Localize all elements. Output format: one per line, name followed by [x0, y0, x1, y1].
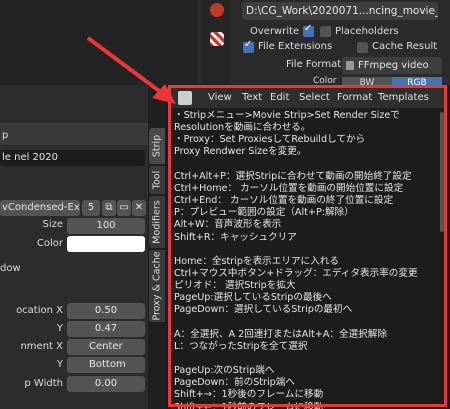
- panel-header: [0, 123, 148, 145]
- wrap-width-field[interactable]: 0.00: [67, 376, 145, 392]
- editor-line: Alt+W：音声波形を表示: [174, 219, 282, 231]
- wrap-width-label: p Width: [24, 378, 63, 389]
- text-field[interactable]: le nel 2020: [0, 150, 145, 166]
- editor-line: PageUp:選択しているStripの最後へ: [174, 292, 332, 304]
- editor-line: Shift+→：1秒後のフレームに移動: [174, 389, 324, 401]
- editor-line: Shift+R：キャッシュクリア: [174, 231, 297, 243]
- size-field[interactable]: 100: [67, 218, 145, 234]
- editor-line: PageDown：選択しているStripの最初へ: [174, 304, 353, 316]
- menu-view[interactable]: View: [208, 92, 232, 103]
- file-format-dropdown[interactable]: FFmpeg video: [342, 57, 442, 74]
- alignment-x-dropdown[interactable]: Center: [67, 339, 145, 355]
- menu-edit[interactable]: Edit: [270, 92, 289, 103]
- file-format-label: File Format: [286, 59, 342, 70]
- tab-strip[interactable]: Strip: [149, 128, 165, 164]
- scene-icon[interactable]: [210, 3, 224, 17]
- editor-line: Home：全stripを表示エリアに入れる: [174, 255, 339, 267]
- text-color-swatch[interactable]: [67, 236, 145, 252]
- font-field[interactable]: vCondensed-Extr...: [0, 200, 80, 216]
- texture-icon[interactable]: [210, 32, 224, 46]
- editor-line: A：全選択、A 2回連打またはAlt+A：全選択解除: [174, 328, 387, 340]
- folder-icon[interactable]: ▭: [117, 200, 131, 216]
- menu-templates[interactable]: Templates: [378, 92, 429, 103]
- overwrite-label: Overwrite: [250, 26, 300, 37]
- copy-icon[interactable]: ⧉: [102, 200, 116, 216]
- editor-line: Ctrl+Alt+P：選択Stripに合わせて動画の開始終了設定: [174, 170, 412, 182]
- size-label: Size: [42, 219, 63, 230]
- tab-proxy-cache[interactable]: Proxy & Cache: [149, 250, 165, 322]
- editor-line: ピリオド： 選択Stripを拡大: [174, 280, 296, 292]
- editor-line: P：プレビュー範囲の設定（Alt+P:解除）: [174, 207, 354, 219]
- editor-scrollbar[interactable]: [440, 112, 444, 232]
- shadow-label: dow: [0, 263, 21, 274]
- file-extensions-checkbox[interactable]: [243, 39, 254, 53]
- editor-line: Shift+←：1秒前のフレームに移動: [174, 401, 324, 409]
- editor-type-icon[interactable]: [178, 91, 192, 105]
- tab-tool[interactable]: Tool: [149, 166, 165, 194]
- menu-select[interactable]: Select: [299, 92, 330, 103]
- color-label-left: Color: [36, 238, 63, 249]
- cache-result-label: Cache Result: [372, 41, 438, 52]
- editor-line: L：つながったStripを全て選択: [174, 340, 308, 352]
- editor-line: PageDown：前のStrip端へ: [174, 377, 295, 389]
- editor-line: Ctrl+End： カーソル位置を動画の終了位置に設定: [174, 195, 394, 207]
- location-x-field[interactable]: 0.50: [67, 303, 145, 319]
- placeholders-checkbox[interactable]: [320, 26, 331, 37]
- placeholders-label: Placeholders: [335, 26, 399, 37]
- location-y-field[interactable]: 0.47: [67, 321, 145, 337]
- close-icon[interactable]: ✕: [132, 200, 146, 216]
- editor-line: Resolutionを動画に合わせる。: [174, 122, 311, 134]
- alignment-y-label: Y: [56, 359, 63, 370]
- editor-line: Ctrl+マウス中ボタン+ドラッグ：エディタ表示率の変更: [174, 267, 418, 279]
- location-x-label: ocation X: [16, 305, 63, 316]
- location-y-label: Y: [56, 323, 63, 334]
- file-extensions-label: File Extensions: [258, 41, 333, 52]
- editor-line: PageUp:次のStrip端へ: [174, 365, 275, 377]
- output-path-field[interactable]: D:\CG_Work\2020071...ncing_movie_op2.mkv: [242, 2, 438, 20]
- menu-format[interactable]: Format: [337, 92, 372, 103]
- overwrite-checkbox[interactable]: [303, 23, 314, 37]
- editor-line: ・Stripメニュー>Movie Strip>Set Render Sizeで: [174, 110, 400, 121]
- editor-line: Proxy Rendwer Sizeを変更。: [174, 146, 307, 158]
- alignment-y-dropdown[interactable]: Bottom: [67, 357, 145, 373]
- tab-modifiers[interactable]: Modifiers: [149, 196, 165, 248]
- editor-line: Ctrl+Home： カーソル位置を動画の開始位置に設定: [174, 182, 404, 194]
- top-left-area: [0, 0, 198, 85]
- editor-line: ・Proxy：Set ProxiesしてRebuildしてから: [174, 134, 366, 146]
- menu-text[interactable]: Text: [242, 92, 262, 103]
- alignment-x-label: nment X: [20, 341, 63, 352]
- font-users-count[interactable]: 5: [82, 200, 100, 216]
- panel-header-label: p: [2, 130, 9, 141]
- cache-result-checkbox[interactable]: [357, 42, 368, 53]
